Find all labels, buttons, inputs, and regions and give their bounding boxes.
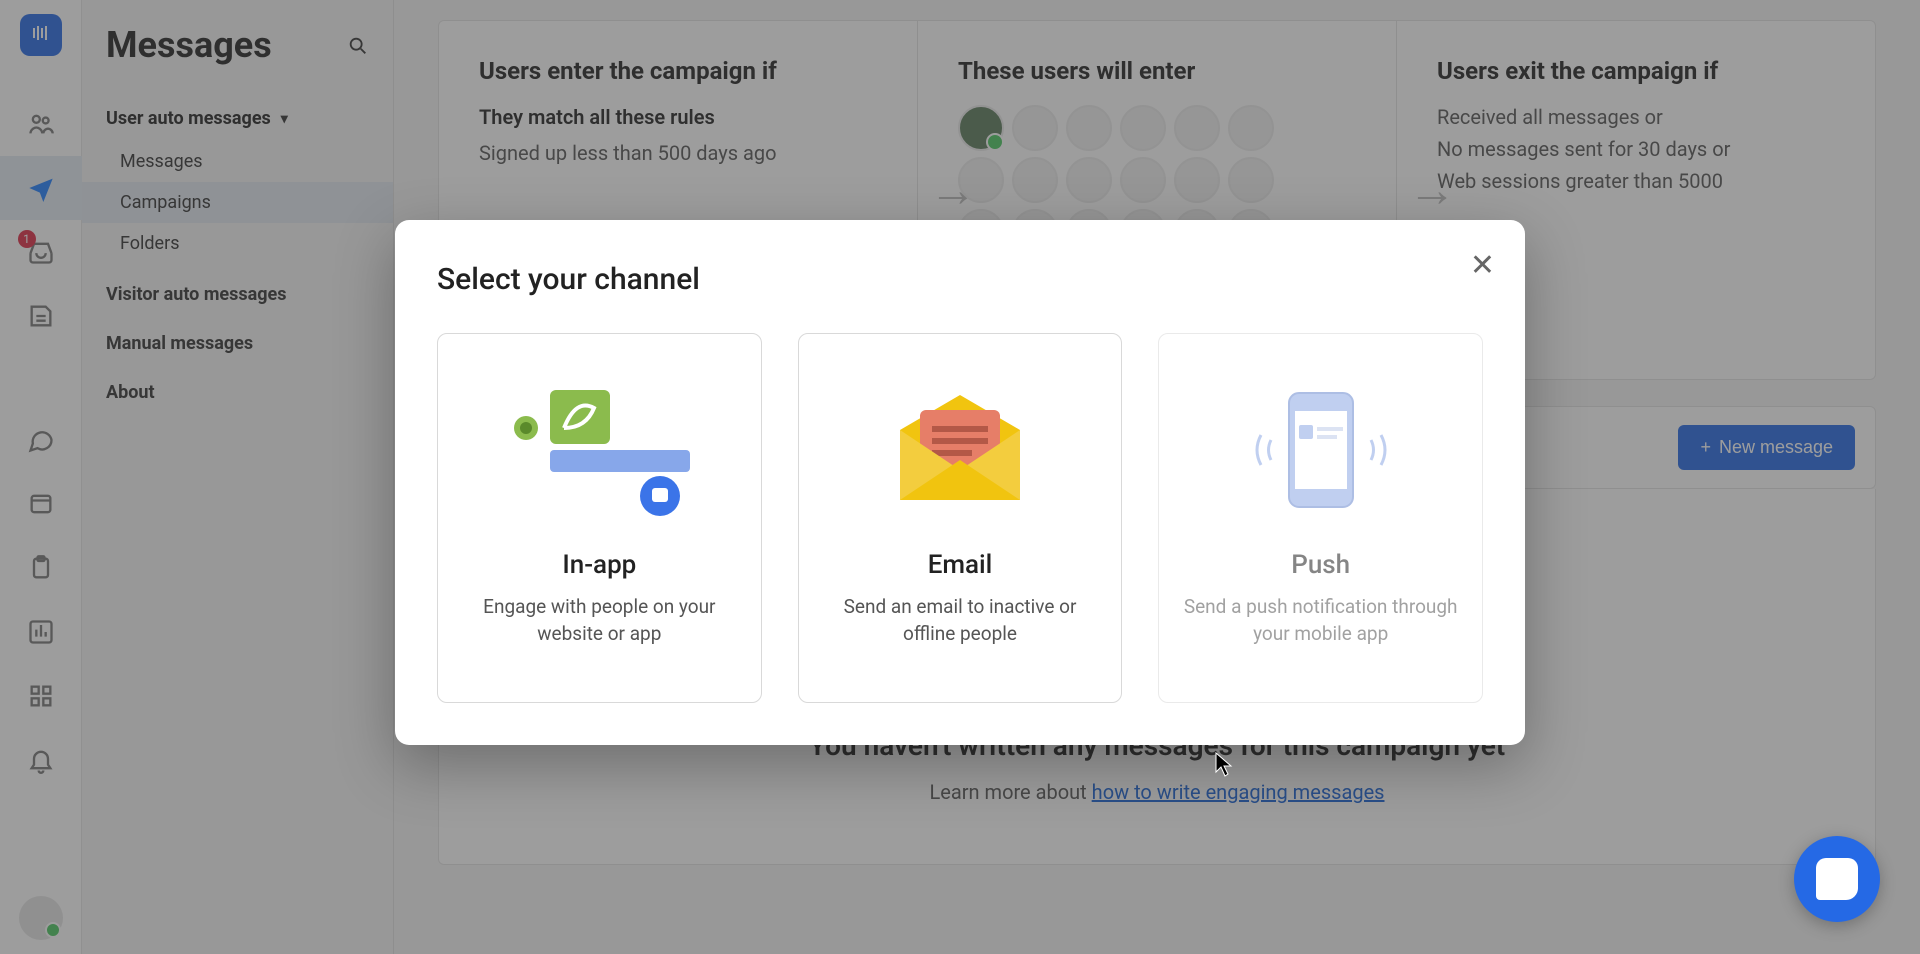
push-title: Push [1291, 550, 1350, 580]
push-desc: Send a push notification through your mo… [1183, 594, 1458, 647]
channel-card-email[interactable]: Email Send an email to inactive or offli… [798, 333, 1123, 703]
inapp-desc: Engage with people on your website or ap… [462, 594, 737, 647]
email-title: Email [928, 550, 993, 580]
channel-card-push: Push Send a push notification through yo… [1158, 333, 1483, 703]
chat-icon [1816, 858, 1858, 900]
channel-card-inapp[interactable]: In-app Engage with people on your websit… [437, 333, 762, 703]
select-channel-modal: Select your channel ✕ In-app Engage [395, 220, 1525, 745]
channel-cards: In-app Engage with people on your websit… [437, 333, 1483, 703]
push-illustration [1241, 370, 1401, 530]
inapp-title: In-app [562, 550, 636, 580]
email-illustration [890, 370, 1030, 530]
chat-fab[interactable] [1794, 836, 1880, 922]
modal-title: Select your channel [437, 262, 1483, 297]
email-desc: Send an email to inactive or offline peo… [823, 594, 1098, 647]
modal-overlay[interactable]: Select your channel ✕ In-app Engage [0, 0, 1920, 954]
close-icon[interactable]: ✕ [1470, 248, 1495, 283]
inapp-illustration [504, 370, 694, 530]
